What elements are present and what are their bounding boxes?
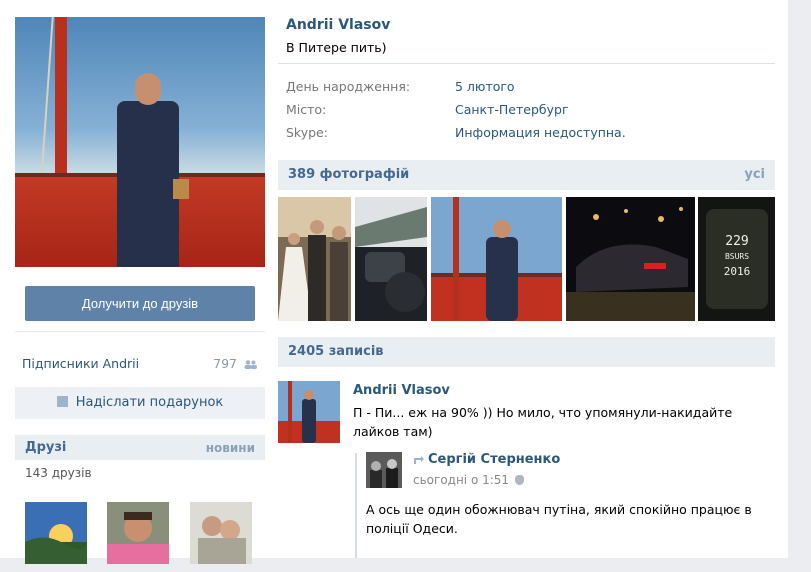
profile-status[interactable]: В Питере пить) [286,40,386,55]
photo-person-item [173,179,189,199]
photo-ship [431,197,562,321]
display-text-3: 2016 [724,265,751,278]
gift-icon [56,396,68,407]
friend-thumbnail[interactable] [25,502,87,564]
friends-count: 143 друзів [25,466,92,480]
wall-title[interactable]: 2405 записів [288,344,384,359]
friends-news-link[interactable]: новини [206,441,255,455]
friends-title[interactable]: Друзі [25,440,66,455]
repost-icon [414,456,424,464]
photo-thumbnail[interactable] [431,197,562,321]
display-text-1: 229 [725,234,748,249]
photo-person-body [117,101,179,267]
friend-thumbnail[interactable] [190,502,252,564]
left-column: Долучити до друзів Підписники Andrii 797… [15,17,265,572]
photo-thumbnail[interactable] [278,197,351,321]
send-gift-label: Надіслати подарунок [75,395,224,410]
repost-time-label[interactable]: сьогодні о 1:51 [413,473,509,487]
photos-title[interactable]: 389 фотографій [288,167,409,182]
photo-car-night [566,197,695,321]
info-label-city: Місто: [286,102,327,117]
repost-avatar-photo [366,452,402,488]
info-value-city[interactable]: Санкт-Петербург [455,102,569,117]
repost-divider [355,453,357,558]
people-icon [244,360,257,369]
photos-header: 389 фотографій усі [278,160,775,190]
info-value-birthday[interactable]: 5 лютого [455,79,515,94]
post-author-avatar[interactable] [278,381,340,443]
photo-thumbnail[interactable] [566,197,695,321]
repost-author-avatar[interactable] [366,452,402,488]
followers-label: Підписники Andrii [22,356,140,371]
info-value-skype[interactable]: Информация недоступна. [455,125,626,140]
profile-page: Долучити до друзів Підписники Andrii 797… [0,0,788,564]
info-label-skype: Skype: [286,125,328,140]
photo-thumbnail[interactable]: 229 BSURS 2016 [698,197,775,321]
display-text-2: BSURS [725,252,749,261]
post-text: П - Пи... еж на 90% )) Но мило, что упом… [353,405,733,439]
followers-row[interactable]: Підписники Andrii 797 [15,332,265,384]
add-friend-button[interactable]: Долучити до друзів [25,286,255,321]
friend-thumbnail-couple [190,502,252,564]
photo-thumbnail[interactable] [355,197,427,321]
wall-header: 2405 записів [278,337,775,367]
friends-header: Друзі новини [15,435,265,460]
friend-thumbnail[interactable] [107,502,169,564]
photo-display: 229 BSURS 2016 [698,197,775,321]
repost-text: А ось ще один обожнювач путіна, який спо… [366,502,752,536]
post-avatar-photo [278,381,340,443]
photo-wedding [278,197,351,321]
followers-count: 797 [213,356,238,371]
friend-thumbnail-portrait [107,502,169,564]
photo-person-head [135,73,161,105]
repost-author-name[interactable]: Сергій Стерненко [428,452,560,467]
photo-person [111,73,189,267]
friends-thumbnails [15,502,265,572]
apple-icon [515,475,525,485]
divider [278,63,775,64]
friend-thumbnail-landscape [25,502,87,564]
profile-photo[interactable] [15,17,265,267]
photos-strip: 229 BSURS 2016 [278,197,775,321]
profile-name: Andrii Vlasov [286,17,391,33]
post-author-name[interactable]: Andrii Vlasov [353,383,450,398]
photos-all-link[interactable]: усі [744,167,765,182]
info-label-birthday: День народження: [286,79,411,94]
repost-time: сьогодні о 1:51 [413,473,525,487]
send-gift-button[interactable]: Надіслати подарунок [15,387,265,419]
photo-crowd [355,197,427,321]
